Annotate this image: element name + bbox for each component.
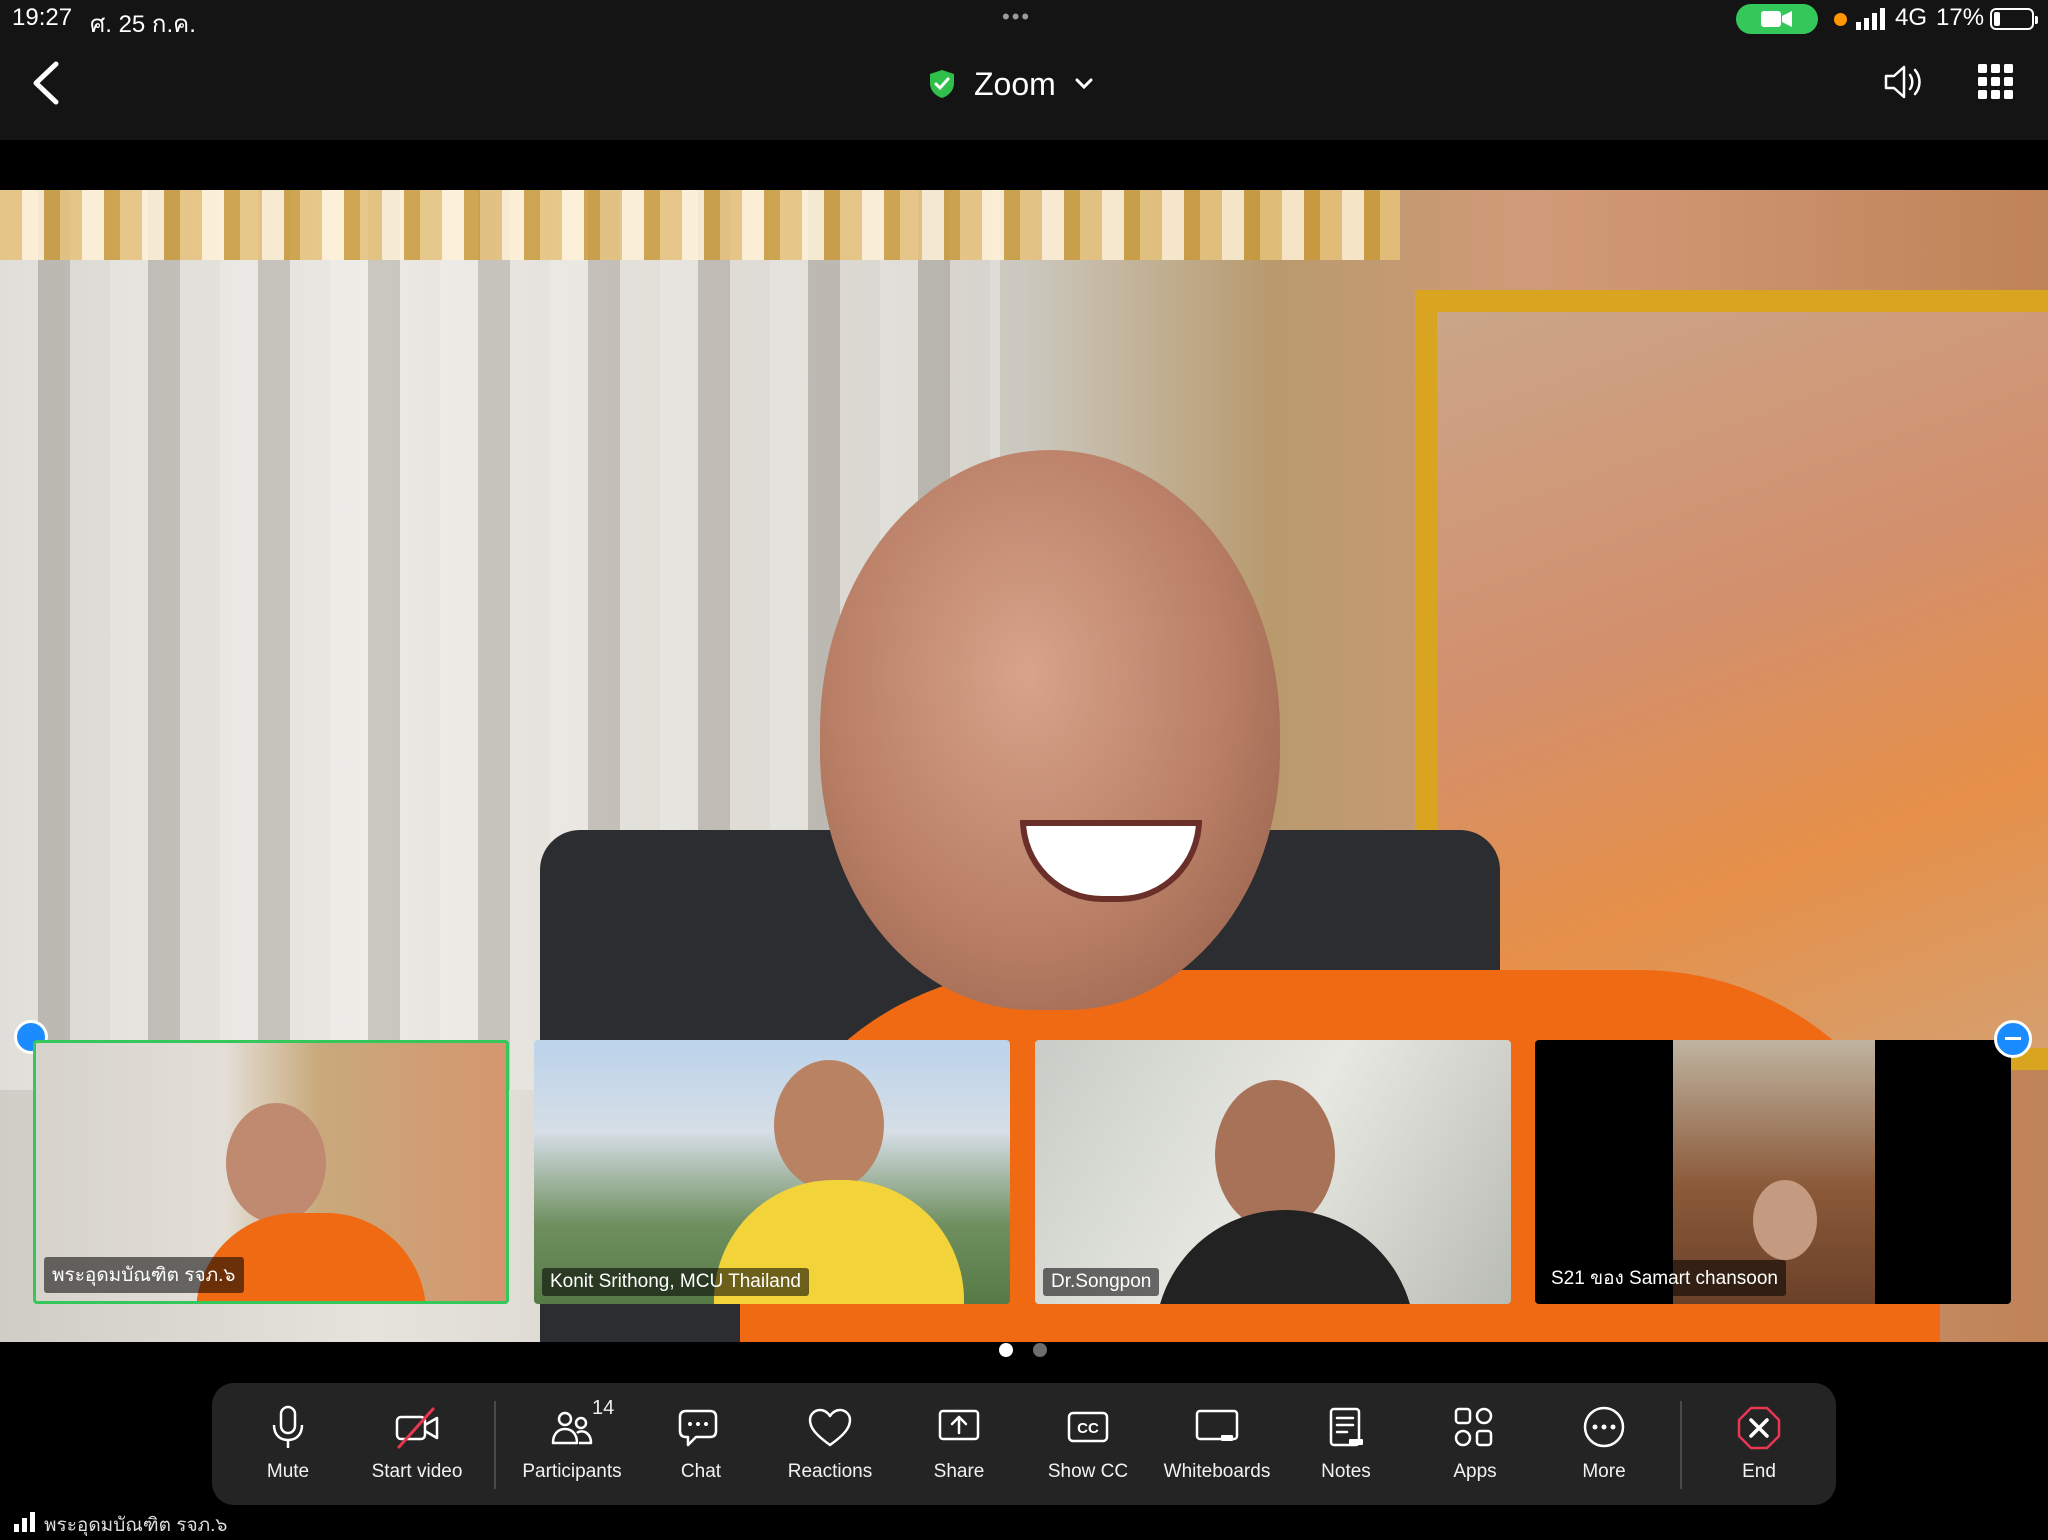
- status-time: 19:27: [12, 4, 73, 31]
- participant-video: [774, 1060, 884, 1190]
- toolbar-divider: [1680, 1401, 1682, 1489]
- share-label: Share: [933, 1461, 985, 1482]
- grid-icon[interactable]: [1978, 64, 2014, 100]
- notes-icon: [1329, 1407, 1363, 1447]
- start-video-label: Start video: [371, 1461, 463, 1482]
- video-background-tassels: [0, 190, 1400, 260]
- camera-in-use-indicator: [1736, 4, 1818, 34]
- show-cc-button[interactable]: CC Show CC: [1028, 1383, 1148, 1505]
- whiteboard-icon: [1195, 1409, 1239, 1441]
- page-dot-2[interactable]: [1033, 1343, 1047, 1357]
- shield-check-icon: [930, 70, 954, 98]
- microphone-icon: [272, 1405, 304, 1448]
- participant-shirt: [1155, 1210, 1415, 1304]
- start-video-button[interactable]: Start video: [357, 1383, 477, 1505]
- whiteboards-button[interactable]: Whiteboards: [1157, 1383, 1277, 1505]
- multitasking-dots-icon[interactable]: •••: [1002, 4, 1031, 30]
- chevron-left-icon[interactable]: [26, 58, 66, 108]
- notes-button[interactable]: Notes: [1286, 1383, 1406, 1505]
- microphone-in-use-dot: [1834, 13, 1847, 26]
- more-label: More: [1582, 1461, 1626, 1482]
- chat-button[interactable]: Chat: [641, 1383, 761, 1505]
- participants-count-badge: 14: [592, 1397, 615, 1419]
- whiteboards-label: Whiteboards: [1163, 1461, 1271, 1482]
- end-meeting-icon: [1737, 1406, 1781, 1450]
- participant-tile-2[interactable]: Konit Srithong, MCU Thailand: [534, 1040, 1010, 1304]
- speaker-indicator-bar: พระอุดมบัณฑิต รจภ.๖: [0, 1508, 2048, 1536]
- video-background-picture-frame: [1415, 290, 2048, 1070]
- cellular-signal-icon: [1856, 8, 1885, 30]
- participant-tile-1[interactable]: พระอุดมบัณฑิต รจภ.๖: [33, 1040, 509, 1304]
- connection-signal-icon: [14, 1512, 35, 1532]
- toolbar-divider: [494, 1401, 496, 1489]
- status-bar: 19:27 ศ. 25 ก.ค. ••• 4G 17%: [0, 0, 2048, 38]
- meeting-title: Zoom: [974, 65, 1056, 102]
- participants-icon: [551, 1411, 593, 1445]
- participant-face: [1753, 1180, 1817, 1260]
- mute-button[interactable]: Mute: [228, 1383, 348, 1505]
- closed-caption-icon: CC: [1067, 1411, 1109, 1443]
- speaker-face: [820, 450, 1280, 1010]
- minimize-thumbnails-icon[interactable]: [1994, 1020, 2032, 1058]
- participant-video: [226, 1103, 326, 1223]
- battery-percent: 17%: [1936, 4, 1985, 31]
- end-button[interactable]: End: [1699, 1383, 1819, 1505]
- reactions-label: Reactions: [787, 1461, 873, 1482]
- apps-label: Apps: [1453, 1461, 1497, 1482]
- mute-label: Mute: [266, 1461, 310, 1482]
- share-screen-icon: [938, 1409, 980, 1441]
- notes-label: Notes: [1321, 1461, 1371, 1482]
- network-type: 4G: [1895, 4, 1928, 31]
- participant-name: Konit Srithong, MCU Thailand: [542, 1268, 809, 1296]
- battery-icon: [1990, 8, 2038, 30]
- video-off-icon: [395, 1407, 439, 1449]
- more-icon: [1583, 1406, 1625, 1448]
- share-button[interactable]: Share: [899, 1383, 1019, 1505]
- video-camera-icon: [1761, 11, 1792, 27]
- chat-label: Chat: [680, 1461, 722, 1482]
- chevron-down-icon: [1075, 78, 1093, 90]
- participant-tile-4[interactable]: S21 ของ Samart chansoon: [1535, 1040, 2011, 1304]
- more-button[interactable]: More: [1544, 1383, 1664, 1505]
- participant-name: พระอุดมบัณฑิต รจภ.๖: [44, 1257, 244, 1293]
- apps-icon: [1454, 1407, 1493, 1447]
- end-label: End: [1742, 1461, 1776, 1482]
- show-cc-label: Show CC: [1047, 1461, 1129, 1482]
- participant-tile-3[interactable]: Dr.Songpon: [1035, 1040, 1511, 1304]
- meeting-title-button[interactable]: Zoom: [928, 62, 1094, 106]
- chat-icon: [678, 1409, 718, 1447]
- svg-text:CC: CC: [1077, 1420, 1099, 1437]
- participant-video: [1215, 1080, 1335, 1230]
- participants-label: Participants: [522, 1461, 622, 1482]
- apps-button[interactable]: Apps: [1415, 1383, 1535, 1505]
- page-dot-1[interactable]: [999, 1343, 1013, 1357]
- meeting-header: Zoom: [0, 38, 2048, 140]
- reactions-button[interactable]: Reactions: [770, 1383, 890, 1505]
- meeting-toolbar: Mute Start video Participants 14 Chat Re…: [212, 1383, 1836, 1505]
- participant-name: S21 ของ Samart chansoon: [1543, 1260, 1786, 1296]
- speaker-icon[interactable]: [1882, 60, 1926, 104]
- participant-name: Dr.Songpon: [1043, 1268, 1160, 1296]
- heart-icon: [808, 1408, 852, 1447]
